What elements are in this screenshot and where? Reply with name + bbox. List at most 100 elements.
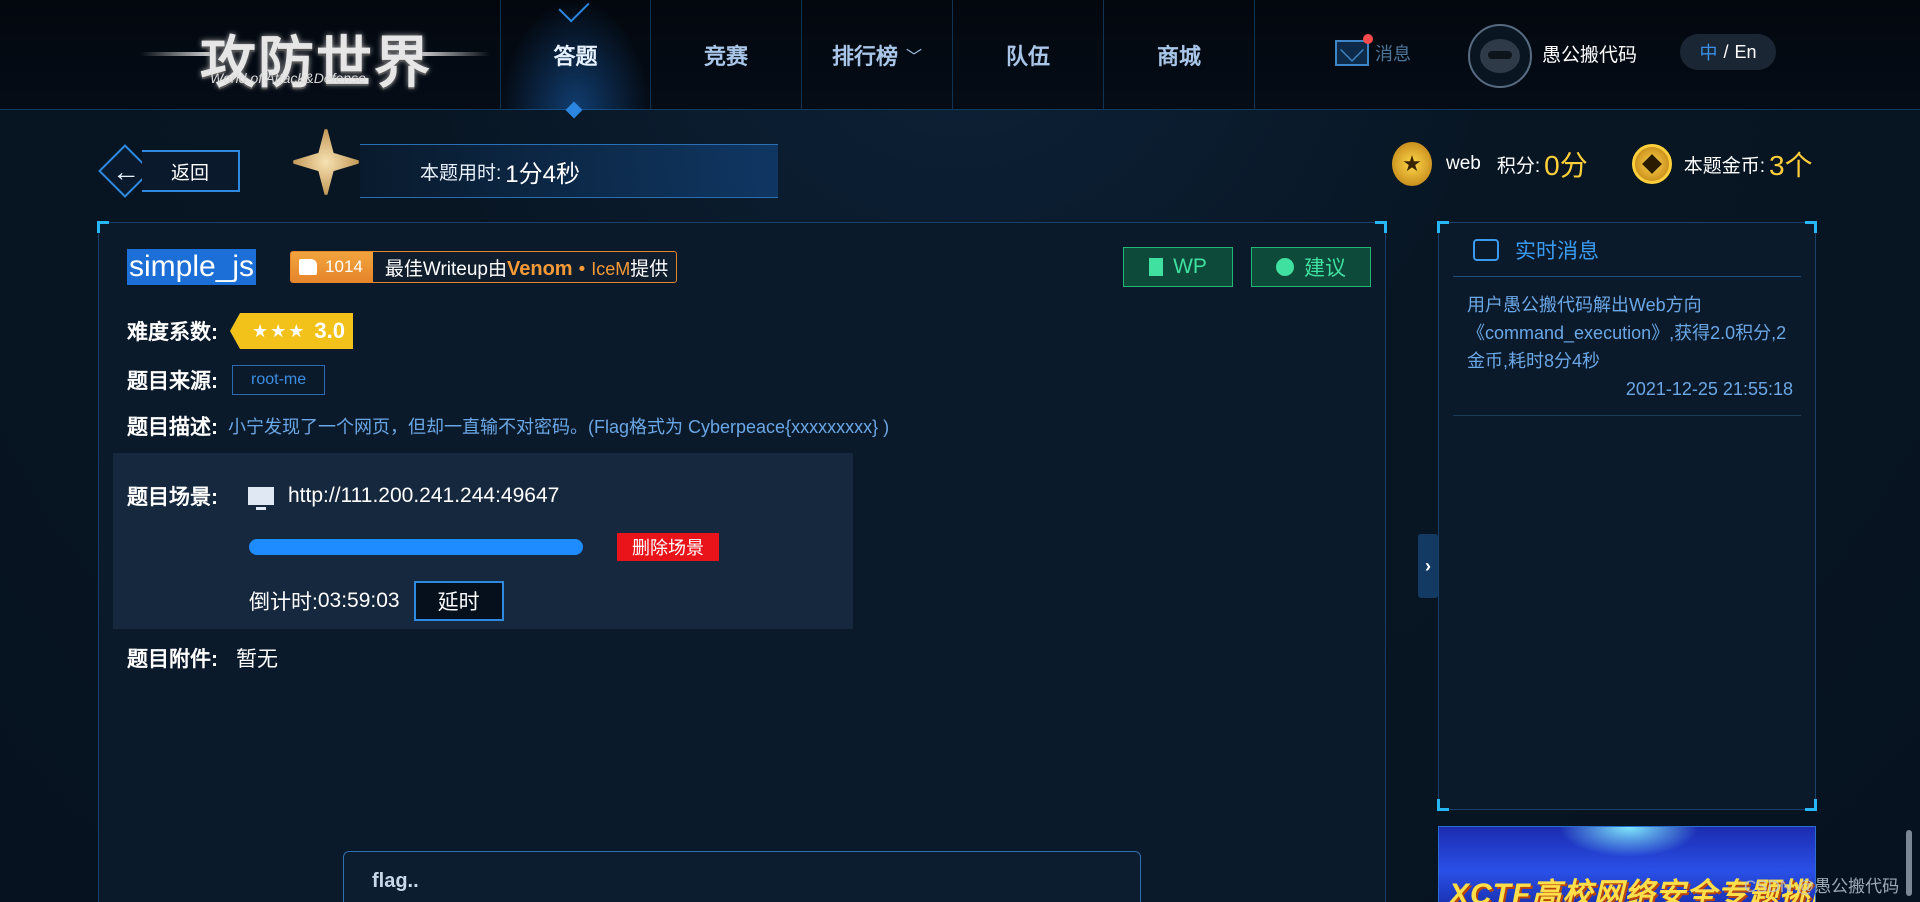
suggest-label: 建议 <box>1304 257 1346 280</box>
top-navbar: 攻防世界 World of Attack&Defense 答题 竞赛 排行榜 ﹀ … <box>0 0 1920 119</box>
coin-label: 本题金币: <box>1683 155 1765 177</box>
corner-decoration-icon <box>1805 221 1817 233</box>
best-writeup-badge[interactable]: 1014 最佳Writeup由Venom • IceM提供 <box>290 251 678 283</box>
username[interactable]: 愚公搬代码 <box>1542 40 1637 67</box>
chevron-down-icon: ﹀ <box>906 49 923 66</box>
writeup-credit: 最佳Writeup由Venom • IceM提供 <box>373 254 676 281</box>
score-area: ★ web 积分: 0分 本题金币: 3个 <box>1392 142 1813 186</box>
scene-label: 题目场景: <box>127 486 218 509</box>
attachment-label: 题目附件: <box>127 648 218 671</box>
realtime-header: 实时消息 <box>1453 223 1801 277</box>
main-nav: 答题 竞赛 排行榜 ﹀ 队伍 商城 <box>500 0 1255 110</box>
realtime-timestamp: 2021-12-25 21:55:18 <box>1625 379 1793 399</box>
document-icon <box>1149 258 1164 276</box>
nav-item-label: 答题 <box>553 44 598 69</box>
corner-decoration-icon <box>97 221 109 233</box>
medal-star-icon: ★ <box>1392 142 1432 186</box>
time-spent-label: 本题用时: <box>420 162 502 184</box>
description-row: 题目描述: 小宁发现了一个网页，但却一直输不对密码。(Flag格式为 Cyber… <box>127 411 889 441</box>
time-spent-value: 1分4秒 <box>505 160 580 188</box>
page-scrollbar[interactable] <box>1906 830 1912 896</box>
like-count: 1014 <box>325 257 363 276</box>
corner-decoration-icon <box>1437 221 1449 233</box>
nav-item-shop[interactable]: 商城 <box>1104 0 1255 110</box>
chat-bubble-icon <box>1473 238 1499 261</box>
logo-subtitle: World of Attack&Defense <box>210 70 366 86</box>
monitor-icon <box>248 487 274 510</box>
avatar[interactable] <box>1468 24 1532 88</box>
challenge-title: simple_js <box>127 249 257 285</box>
corner-decoration-icon <box>1437 799 1449 811</box>
score-value: 0分 <box>1544 150 1588 181</box>
scene-progress-fill <box>249 539 583 555</box>
difficulty-label: 难度系数: <box>127 321 218 344</box>
nav-item-label: 队伍 <box>1005 44 1050 69</box>
banner-glow-icon <box>1559 827 1699 857</box>
scene-url[interactable]: http://111.200.241.244:49647 <box>288 484 559 508</box>
lang-separator: / <box>1723 41 1729 62</box>
lang-zh[interactable]: 中 <box>1699 39 1717 65</box>
lightbulb-icon <box>1276 258 1294 276</box>
messages-label: 消息 <box>1375 44 1411 64</box>
nav-item-ranking[interactable]: 排行榜 ﹀ <box>802 0 953 110</box>
like-button[interactable]: 1014 <box>291 252 373 282</box>
realtime-title: 实时消息 <box>1515 239 1599 263</box>
nav-item-label: 商城 <box>1156 44 1201 69</box>
nav-item-label: 竞赛 <box>703 44 748 69</box>
countdown-row: 倒计时: 03:59:03 延时 <box>249 581 504 621</box>
writeup-author-2[interactable]: IceM <box>591 259 630 279</box>
arrow-left-icon: ← <box>112 156 140 187</box>
thumbs-up-icon <box>299 259 318 275</box>
time-spent-bar: 本题用时: 1分4秒 <box>360 144 778 198</box>
suggest-button[interactable]: 建议 <box>1251 247 1371 287</box>
scene-progress-bar <box>249 539 583 555</box>
extend-button[interactable]: 延时 <box>413 581 504 621</box>
scene-box: 题目场景: http://111.200.241.244:49647 删除场景 … <box>113 453 853 629</box>
realtime-divider <box>1453 415 1801 416</box>
star-icon: ★ <box>252 320 269 341</box>
description-text: 小宁发现了一个网页，但却一直输不对密码。(Flag格式为 Cyberpeace{… <box>228 417 890 437</box>
language-switch[interactable]: 中 / En <box>1680 34 1776 70</box>
writeup-author-1[interactable]: Venom <box>507 258 573 280</box>
score-label: 积分: <box>1496 155 1541 177</box>
envelope-icon <box>1335 34 1373 66</box>
wp-label: WP <box>1173 255 1207 278</box>
delete-scene-button[interactable]: 删除场景 <box>617 533 719 561</box>
source-row: 题目来源: root-me <box>127 365 326 395</box>
star-icon: ★ <box>270 320 287 341</box>
chevron-right-icon[interactable]: › <box>1418 534 1438 598</box>
description-label: 题目描述: <box>127 416 218 439</box>
writeup-prefix: 最佳Writeup由 <box>384 258 507 280</box>
lang-en[interactable]: En <box>1734 42 1756 63</box>
attachment-value: 暂无 <box>236 648 278 671</box>
flag-input[interactable] <box>343 851 1141 902</box>
countdown-label: 倒计时: <box>249 591 318 614</box>
realtime-message: 用户愚公搬代码解出Web方向《command_execution》,获得2.0积… <box>1467 295 1787 371</box>
writeup-suffix: 提供 <box>630 258 669 280</box>
writeup-dot: • <box>578 258 586 280</box>
back-button[interactable]: ← 返回 <box>98 144 242 198</box>
difficulty-tag: ★ ★ ★ 3.0 <box>230 313 354 349</box>
category-label: web <box>1446 153 1481 174</box>
realtime-panel: 实时消息 用户愚公搬代码解出Web方向《command_execution》,获… <box>1437 221 1817 811</box>
unread-dot-icon <box>1363 34 1373 44</box>
wp-button[interactable]: WP <box>1123 247 1233 287</box>
nav-item-team[interactable]: 队伍 <box>953 0 1104 110</box>
challenge-title-row: simple_js 1014 最佳Writeup由Venom • IceM提供 <box>127 249 678 285</box>
back-label: 返回 <box>142 150 240 192</box>
challenge-panel: simple_js 1014 最佳Writeup由Venom • IceM提供 WP… <box>97 221 1387 902</box>
coin-icon <box>1631 144 1672 184</box>
source-tag[interactable]: root-me <box>232 365 326 395</box>
difficulty-row: 难度系数: ★ ★ ★ 3.0 <box>127 313 354 349</box>
coin-value: 3个 <box>1769 150 1813 181</box>
avatar-image-icon <box>1480 39 1520 73</box>
star-icon: ★ <box>288 320 305 341</box>
scene-row: 题目场景: http://111.200.241.244:49647 <box>127 481 559 511</box>
watermark: CSDN @愚公搬代码 <box>1744 877 1900 896</box>
nav-item-competition[interactable]: 竞赛 <box>651 0 802 110</box>
attachment-row: 题目附件: 暂无 <box>127 643 278 673</box>
messages-link[interactable]: 消息 <box>1335 34 1411 66</box>
corner-decoration-icon <box>1375 221 1387 233</box>
site-logo[interactable]: 攻防世界 World of Attack&Defense <box>140 12 490 96</box>
corner-decoration-icon <box>1805 799 1817 811</box>
